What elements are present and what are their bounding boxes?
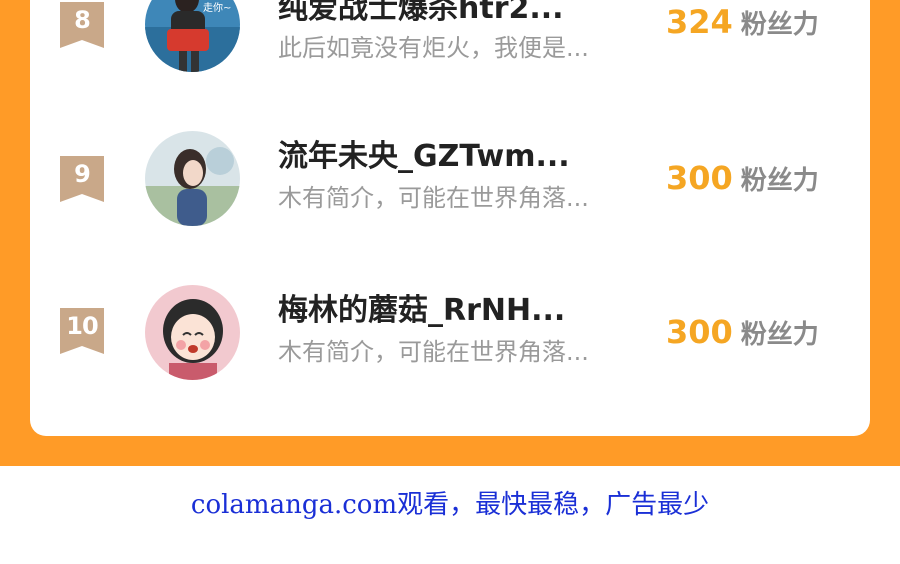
ranking-row[interactable]: 10 梅林的蘑菇_RrNH... 木有简介，可能在世界角落... 300 粉丝力 [30,285,870,396]
avatar[interactable] [145,131,240,226]
user-name: 流年未央_GZTwm... [278,139,570,174]
user-name: 梅林的蘑菇_RrNH... [278,293,566,328]
rank-number: 9 [74,160,91,188]
fan-power-value: 300 [666,159,733,197]
user-description: 木有简介，可能在世界角落... [278,184,589,212]
rank-badge: 8 [60,2,104,48]
user-description: 此后如竟没有炬火，我便是... [278,34,589,62]
fan-power: 324 粉丝力 [666,2,866,48]
fan-power-value: 324 [666,3,733,41]
rank-badge: 10 [60,308,104,354]
rank-number: 8 [74,6,91,34]
ranking-row[interactable]: 8 走你~ 纯爱战士爆杀htr2... 此后如竟没有炬火，我便是... 324 粉… [30,0,870,90]
avatar[interactable] [145,285,240,380]
fan-power: 300 粉丝力 [666,312,866,358]
user-description: 木有简介，可能在世界角落... [278,338,589,366]
avatar-caption: 走你~ [203,3,232,14]
fan-power-label: 粉丝力 [740,166,819,196]
watermark-text: colamanga.com观看，最快最稳，广告最少 [190,490,710,520]
avatar[interactable]: 走你~ [145,0,240,72]
rank-number: 10 [66,312,98,340]
fan-power: 300 粉丝力 [666,158,866,204]
fan-power-label: 粉丝力 [740,320,819,350]
user-name: 纯爱战士爆杀htr2... [278,0,564,26]
fan-ranking-card: 8 走你~ 纯爱战士爆杀htr2... 此后如竟没有炬火，我便是... 324 粉… [30,0,870,436]
rank-badge: 9 [60,156,104,202]
fan-power-value: 300 [666,313,733,351]
fan-power-label: 粉丝力 [740,10,819,40]
ranking-row[interactable]: 9 流年未央_GZTwm... 木有简介，可能在世界角落... 300 粉丝力 [30,131,870,242]
